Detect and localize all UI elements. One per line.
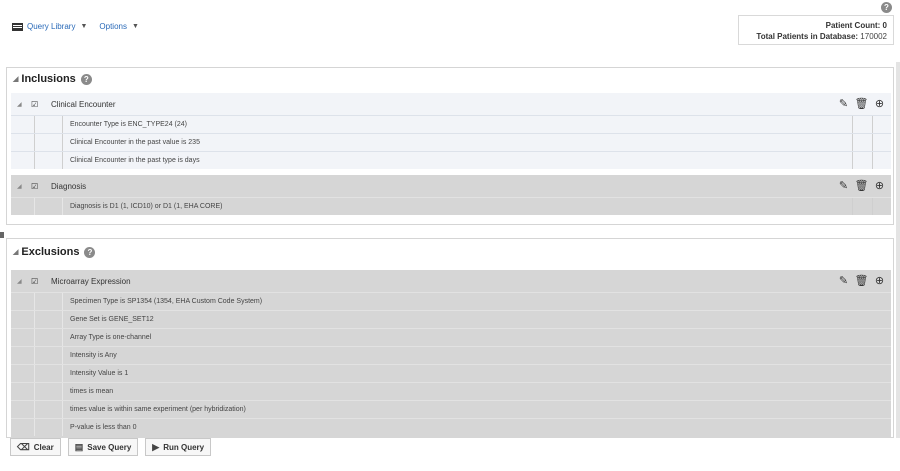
total-patients-value: 170002 xyxy=(860,32,887,41)
group-header[interactable]: ◢ ☑ Microarray Expression ✎ 🗑 ⊕ xyxy=(11,270,891,292)
condition-text: Specimen Type is SP1354 (1354, EHA Custo… xyxy=(70,298,263,305)
query-library-menu[interactable]: Query Library ▼ xyxy=(12,22,87,31)
group-name: Clinical Encounter xyxy=(51,99,116,109)
condition-text: Intensity Value is 1 xyxy=(70,370,129,377)
clear-button[interactable]: ⌫ Clear xyxy=(10,438,61,456)
edit-pencil-icon[interactable]: ✎ xyxy=(836,179,851,192)
save-query-label: Save Query xyxy=(87,442,132,452)
vertical-scrollbar[interactable] xyxy=(896,62,900,438)
condition-row[interactable]: times value is within same experiment (p… xyxy=(11,400,891,418)
toolbar-menu: Query Library ▼ Options ▼ xyxy=(12,22,151,31)
checkbox-icon[interactable]: ☑ xyxy=(31,100,41,109)
collapse-triangle-icon[interactable]: ◢ xyxy=(17,278,27,285)
edit-pencil-icon[interactable]: ✎ xyxy=(836,97,851,110)
edit-pencil-icon[interactable]: ✎ xyxy=(836,274,851,287)
help-icon[interactable]: ? xyxy=(881,2,892,13)
collapse-triangle-icon[interactable]: ◢ xyxy=(17,101,27,108)
query-actions-bar: ⌫ Clear ▤ Save Query ▶ Run Query xyxy=(10,438,218,456)
collapse-triangle-icon[interactable]: ◢ xyxy=(13,75,18,83)
condition-text: P-value is less than 0 xyxy=(70,424,137,431)
top-bar: ? Query Library ▼ Options ▼ Patient Coun… xyxy=(0,0,900,60)
inclusions-header[interactable]: ◢ Inclusions ? xyxy=(7,68,893,90)
exclusions-section: ◢ Exclusions ? ◢ ☑ Microarray Expression… xyxy=(6,238,894,438)
condition-text: times value is within same experiment (p… xyxy=(70,406,246,413)
patient-count-label: Patient Count: xyxy=(825,21,881,30)
group-header[interactable]: ◢ ☑ Clinical Encounter ✎ 🗑 ⊕ xyxy=(11,93,891,115)
condition-row[interactable]: P-value is less than 0 xyxy=(11,418,891,436)
condition-row[interactable]: times is mean xyxy=(11,382,891,400)
condition-text: Diagnosis is D1 (1, ICD10) or D1 (1, EHA… xyxy=(70,203,223,210)
condition-row[interactable]: Diagnosis is D1 (1, ICD10) or D1 (1, EHA… xyxy=(11,197,891,215)
inclusions-section: ◢ Inclusions ? ◢ ☑ Clinical Encounter ✎ … xyxy=(6,67,894,225)
delete-trash-icon[interactable]: 🗑 xyxy=(854,274,869,287)
patient-count-panel: Patient Count: 0 Total Patients in Datab… xyxy=(738,15,894,45)
total-patients-label: Total Patients in Database: xyxy=(756,32,859,41)
condition-text: times is mean xyxy=(70,388,114,395)
condition-row[interactable]: Specimen Type is SP1354 (1354, EHA Custo… xyxy=(11,292,891,310)
condition-text: Encounter Type is ENC_TYPE24 (24) xyxy=(70,121,187,128)
chevron-down-icon: ▼ xyxy=(131,23,139,30)
condition-row[interactable]: Intensity is Any xyxy=(11,346,891,364)
criteria-group-microarray-expression: ◢ ☑ Microarray Expression ✎ 🗑 ⊕ Specimen… xyxy=(11,270,891,438)
condition-row[interactable]: Gene Set is GENE_SET12 xyxy=(11,310,891,328)
add-circle-icon[interactable]: ⊕ xyxy=(872,274,887,287)
query-library-label: Query Library xyxy=(27,22,76,31)
condition-text: Clinical Encounter in the past type is d… xyxy=(70,157,200,164)
group-actions: ✎ 🗑 ⊕ xyxy=(833,179,887,192)
condition-row[interactable]: Intensity Value is 1 xyxy=(11,364,891,382)
group-actions: ✎ 🗑 ⊕ xyxy=(833,97,887,110)
add-circle-icon[interactable]: ⊕ xyxy=(872,97,887,110)
checkbox-icon[interactable]: ☑ xyxy=(31,277,41,286)
condition-row[interactable]: Clinical Encounter in the past value is … xyxy=(11,133,891,151)
run-query-label: Run Query xyxy=(163,442,205,452)
collapse-triangle-icon[interactable]: ◢ xyxy=(13,248,18,256)
run-query-button[interactable]: ▶ Run Query xyxy=(145,438,212,456)
exclusions-title: Exclusions xyxy=(21,246,80,258)
criteria-group-clinical-encounter: ◢ ☑ Clinical Encounter ✎ 🗑 ⊕ Encounter T… xyxy=(11,93,891,169)
group-name: Microarray Expression xyxy=(51,276,131,286)
patient-count-value: 0 xyxy=(882,21,887,30)
save-query-button[interactable]: ▤ Save Query xyxy=(67,438,139,456)
splitter-handle[interactable] xyxy=(0,232,4,238)
eraser-icon: ⌫ xyxy=(17,441,30,452)
save-icon: ▤ xyxy=(74,441,84,452)
options-menu[interactable]: Options ▼ xyxy=(99,22,139,31)
group-header[interactable]: ◢ ☑ Diagnosis ✎ 🗑 ⊕ xyxy=(11,175,891,197)
condition-text: Clinical Encounter in the past value is … xyxy=(70,139,200,146)
group-actions: ✎ 🗑 ⊕ xyxy=(833,274,887,287)
condition-text: Array Type is one-channel xyxy=(70,334,152,341)
exclusions-header[interactable]: ◢ Exclusions ? xyxy=(7,239,893,265)
condition-text: Intensity is Any xyxy=(70,352,117,359)
help-icon[interactable]: ? xyxy=(80,73,92,85)
help-icon[interactable]: ? xyxy=(84,246,96,258)
delete-trash-icon[interactable]: 🗑 xyxy=(854,179,869,192)
checkbox-icon[interactable]: ☑ xyxy=(31,182,41,191)
chevron-down-icon: ▼ xyxy=(80,23,88,30)
condition-row[interactable]: Clinical Encounter in the past type is d… xyxy=(11,151,891,169)
condition-row[interactable]: Encounter Type is ENC_TYPE24 (24) xyxy=(11,115,891,133)
clear-label: Clear xyxy=(33,442,54,452)
delete-trash-icon[interactable]: 🗑 xyxy=(854,97,869,110)
collapse-triangle-icon[interactable]: ◢ xyxy=(17,183,27,190)
inclusions-title: Inclusions xyxy=(21,73,76,85)
add-circle-icon[interactable]: ⊕ xyxy=(872,179,887,192)
run-icon: ▶ xyxy=(152,441,160,452)
condition-text: Gene Set is GENE_SET12 xyxy=(70,316,154,323)
library-icon xyxy=(12,22,23,31)
criteria-group-diagnosis: ◢ ☑ Diagnosis ✎ 🗑 ⊕ Diagnosis is D1 (1, … xyxy=(11,175,891,215)
condition-row[interactable]: Array Type is one-channel xyxy=(11,328,891,346)
group-name: Diagnosis xyxy=(51,181,87,191)
options-label: Options xyxy=(99,22,127,31)
